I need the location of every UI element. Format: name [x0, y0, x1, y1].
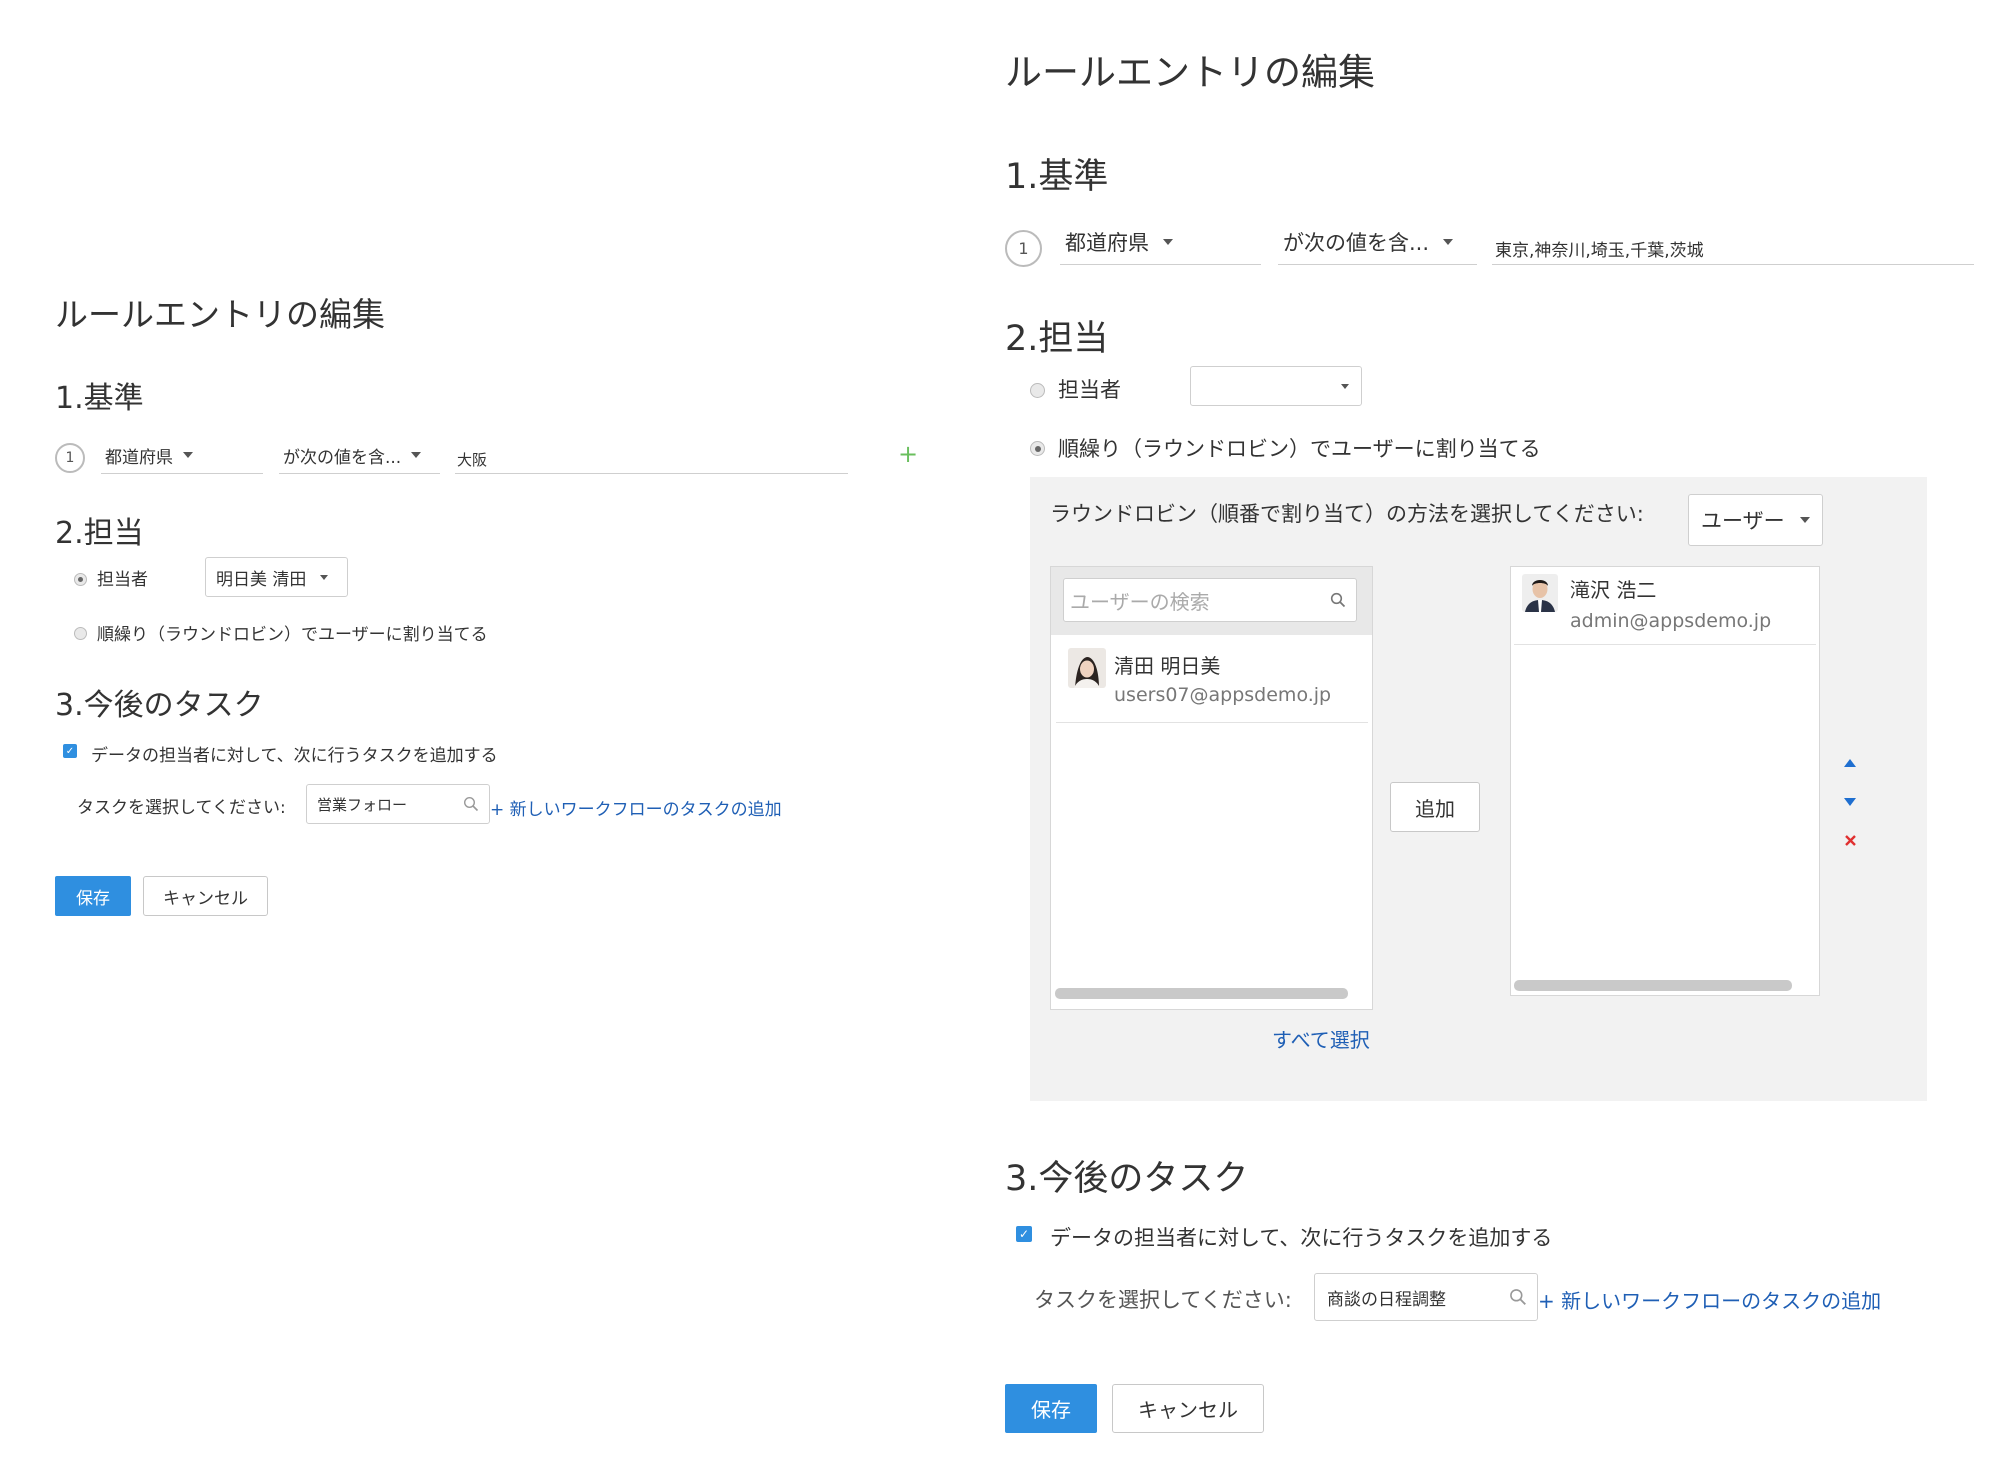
- assignee-radio[interactable]: [74, 573, 87, 586]
- assignee-select[interactable]: 明日美 清田: [205, 557, 348, 597]
- section-assign-heading: 2.担当: [1005, 319, 1109, 359]
- roundrobin-method-label: ラウンドロビン（順番で割り当て）の方法を選択してください:: [1050, 502, 1644, 526]
- task-checkbox-label: データの担当者に対して、次に行うタスクを追加する: [1050, 1226, 1553, 1250]
- criteria-value-input[interactable]: 東京,神奈川,埼玉,千葉,茨城: [1492, 220, 1974, 265]
- criteria-value-text: 東京,神奈川,埼玉,千葉,茨城: [1495, 240, 1704, 261]
- chevron-down-icon: [1443, 239, 1454, 245]
- chevron-down-icon: [320, 574, 329, 580]
- roundrobin-label: 順繰り（ラウンドロビン）でユーザーに割り当てる: [97, 625, 488, 645]
- move-up-icon[interactable]: [1843, 758, 1857, 768]
- chevron-down-icon: [411, 452, 422, 458]
- task-prompt-label: タスクを選択してください:: [77, 798, 286, 818]
- task-search-value: 営業フォロー: [317, 795, 408, 814]
- plus-icon[interactable]: +: [898, 440, 918, 468]
- cancel-button[interactable]: キャンセル: [1112, 1384, 1264, 1433]
- remove-icon[interactable]: [1844, 834, 1857, 847]
- select-all-link[interactable]: すべて選択: [1272, 1024, 1370, 1053]
- horizontal-scrollbar[interactable]: [1055, 988, 1348, 999]
- roundrobin-radio[interactable]: [1030, 441, 1045, 456]
- task-checkbox[interactable]: ✓: [63, 744, 77, 758]
- criteria-value-input[interactable]: 大阪: [455, 437, 848, 474]
- save-button[interactable]: 保存: [55, 876, 131, 916]
- move-down-icon[interactable]: [1843, 797, 1857, 807]
- page-title: ルールエントリの編集: [1005, 51, 1375, 94]
- section-task-heading: 3.今後のタスク: [55, 688, 264, 723]
- add-workflow-task-link[interactable]: + 新しいワークフローのタスクの追加: [490, 795, 782, 820]
- field-select-value: 都道府県: [1065, 231, 1149, 255]
- section-criteria-heading: 1.基準: [55, 381, 144, 416]
- operator-select-value: が次の値を含...: [283, 447, 402, 468]
- search-icon: [463, 796, 479, 812]
- field-select[interactable]: 都道府県: [101, 437, 263, 474]
- task-checkbox-label: データの担当者に対して、次に行うタスクを追加する: [91, 746, 498, 766]
- user-search-placeholder: ユーザーの検索: [1070, 589, 1210, 614]
- task-search-input[interactable]: 商談の日程調整: [1314, 1273, 1538, 1321]
- field-select-value: 都道府県: [105, 447, 173, 468]
- assignee-select-value: 明日美 清田: [216, 569, 307, 590]
- save-button[interactable]: 保存: [1005, 1384, 1097, 1433]
- roundrobin-method-value: ユーザー: [1701, 509, 1785, 533]
- add-user-button[interactable]: 追加: [1390, 782, 1480, 832]
- cancel-button[interactable]: キャンセル: [143, 876, 268, 916]
- operator-select[interactable]: が次の値を含...: [279, 437, 440, 474]
- task-search-input[interactable]: 営業フォロー: [306, 784, 490, 824]
- operator-select[interactable]: が次の値を含...: [1278, 220, 1477, 265]
- assignee-select[interactable]: [1190, 366, 1362, 406]
- task-search-value: 商談の日程調整: [1327, 1289, 1446, 1310]
- chevron-down-icon: [183, 452, 193, 458]
- criteria-row-number: 1: [1005, 230, 1042, 267]
- assignee-label: 担当者: [97, 570, 148, 590]
- task-checkbox[interactable]: ✓: [1016, 1226, 1032, 1242]
- avatar: [1522, 574, 1558, 612]
- roundrobin-method-select[interactable]: ユーザー: [1688, 494, 1823, 546]
- assignee-label: 担当者: [1058, 378, 1121, 402]
- user-email: admin@appsdemo.jp: [1570, 610, 1772, 632]
- avatar: [1068, 648, 1106, 688]
- chevron-down-icon: [1800, 517, 1810, 523]
- chevron-down-icon: [1163, 239, 1173, 245]
- section-assign-heading: 2.担当: [55, 516, 144, 551]
- assignee-radio[interactable]: [1030, 383, 1045, 398]
- list-item[interactable]: 滝沢 浩二 admin@appsdemo.jp: [1514, 570, 1816, 645]
- user-search-input[interactable]: ユーザーの検索: [1063, 578, 1357, 622]
- criteria-value-text: 大阪: [457, 450, 488, 469]
- search-icon: [1510, 1289, 1526, 1305]
- criteria-row-number: 1: [55, 443, 85, 473]
- roundrobin-radio[interactable]: [74, 627, 87, 640]
- add-workflow-task-link[interactable]: + 新しいワークフローのタスクの追加: [1538, 1285, 1881, 1314]
- section-task-heading: 3.今後のタスク: [1005, 1159, 1249, 1199]
- user-email: users07@appsdemo.jp: [1114, 684, 1332, 706]
- task-prompt-label: タスクを選択してください:: [1034, 1288, 1292, 1312]
- roundrobin-label: 順繰り（ラウンドロビン）でユーザーに割り当てる: [1058, 437, 1541, 461]
- list-item[interactable]: 清田 明日美 users07@appsdemo.jp: [1056, 638, 1368, 723]
- search-icon: [1330, 592, 1346, 608]
- user-name: 滝沢 浩二: [1570, 578, 1657, 602]
- chevron-down-icon: [1341, 383, 1349, 389]
- operator-select-value: が次の値を含...: [1283, 231, 1430, 255]
- field-select[interactable]: 都道府県: [1060, 220, 1261, 265]
- user-name: 清田 明日美: [1114, 654, 1221, 678]
- section-criteria-heading: 1.基準: [1005, 157, 1109, 197]
- page-title: ルールエントリの編集: [55, 295, 385, 334]
- horizontal-scrollbar[interactable]: [1514, 980, 1792, 991]
